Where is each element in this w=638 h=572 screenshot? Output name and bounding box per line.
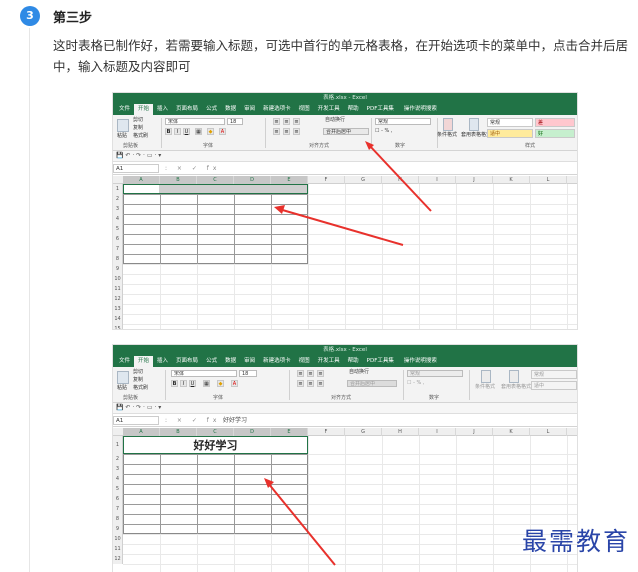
- timeline-rail: [29, 28, 30, 572]
- step-title: 第三步: [53, 11, 93, 26]
- red-arrowhead-3: [264, 478, 274, 488]
- red-arrow-1: [368, 144, 432, 212]
- annotation-arrows: [264, 478, 336, 566]
- annotation-arrows: [274, 141, 432, 246]
- red-arrowhead-2: [274, 205, 285, 214]
- step-description: 这时表格已制作好，若需要输入标题，可选中首行的单元格表格，在开始选项卡的菜单中，…: [53, 38, 629, 74]
- step-number-badge: 3: [20, 6, 40, 26]
- watermark-logo: 最需教育: [521, 527, 630, 556]
- excel-screenshot-2: 表格.xlsx - Excel 文件 开始 插入 页面布局 公式 数据 审阅 新建选项卡 视图开…: [112, 344, 578, 572]
- red-arrow-2: [278, 208, 404, 246]
- red-arrow-3: [267, 482, 336, 566]
- excel-screenshot-1: 表格.xlsx - Excel 文件 开始 插入 页面布局 公式 数据 审阅 新建选项卡 视图开…: [112, 92, 578, 330]
